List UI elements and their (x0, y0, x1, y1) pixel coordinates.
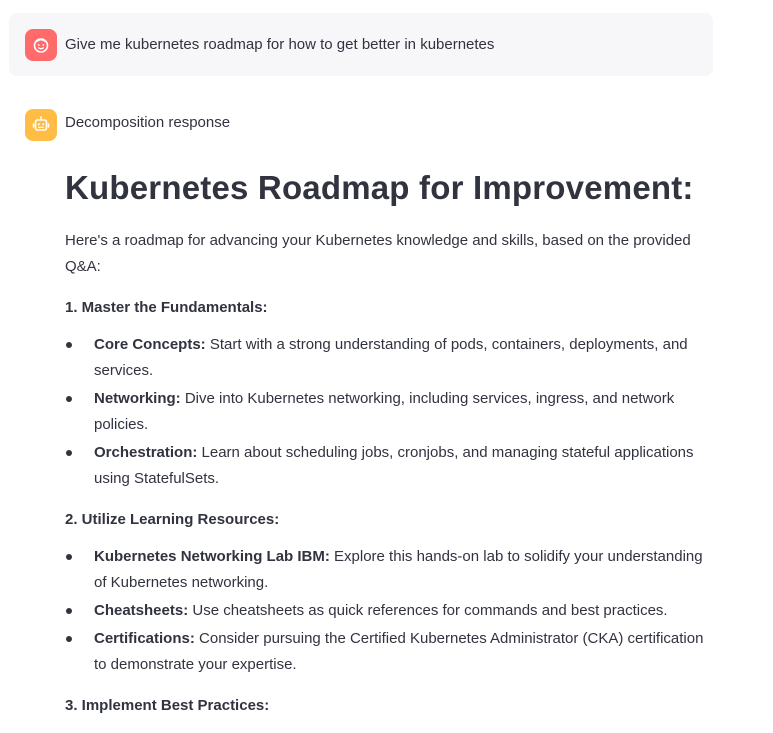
section-title: 1. Master the Fundamentals: (65, 299, 268, 316)
list-item: Kubernetes Networking Lab IBM: Explore t… (65, 544, 715, 596)
response-intro: Here's a roadmap for advancing your Kube… (65, 232, 691, 275)
bullet (66, 636, 72, 642)
item-term: Orchestration: (94, 444, 198, 461)
bullet (66, 396, 72, 402)
robot-icon (32, 116, 50, 131)
list-item: Core Concepts: Start with a strong under… (65, 332, 715, 384)
item-text: Use cheatsheets as quick references for … (188, 602, 668, 619)
item-term: Cheatsheets: (94, 602, 189, 619)
list-item: Networking: Dive into Kubernetes network… (65, 386, 715, 438)
item-term: Core Concepts: (94, 336, 206, 353)
item-text: Dive into Kubernetes networking, includi… (94, 390, 675, 433)
list-item: Orchestration: Learn about scheduling jo… (65, 440, 715, 492)
section-title: 3. Implement Best Practices: (65, 697, 270, 714)
face-icon (33, 38, 49, 53)
user-message: Give me kubernetes roadmap for how to ge… (9, 13, 713, 76)
bullet (66, 608, 72, 614)
assistant-response: Kubernetes Roadmap for Improvement: Here… (65, 160, 715, 717)
assistant-label: Decomposition response (65, 114, 231, 131)
list-item: Cheatsheets: Use cheatsheets as quick re… (65, 598, 715, 624)
user-message-text: Give me kubernetes roadmap for how to ge… (65, 36, 495, 53)
section-list: Core Concepts: Start with a strong under… (65, 332, 715, 492)
user-avatar (25, 29, 57, 61)
item-term: Networking: (94, 390, 181, 407)
section-title: 2. Utilize Learning Resources: (65, 511, 280, 528)
response-heading: Kubernetes Roadmap for Improvement: (65, 169, 694, 206)
bullet (66, 342, 72, 348)
bullet (66, 554, 72, 560)
item-term: Kubernetes Networking Lab IBM: (94, 548, 330, 565)
list-item: Certifications: Consider pursuing the Ce… (65, 626, 715, 678)
assistant-avatar (25, 109, 57, 141)
item-term: Certifications: (94, 630, 195, 647)
bullet (66, 450, 72, 456)
section-list: Kubernetes Networking Lab IBM: Explore t… (65, 544, 715, 678)
